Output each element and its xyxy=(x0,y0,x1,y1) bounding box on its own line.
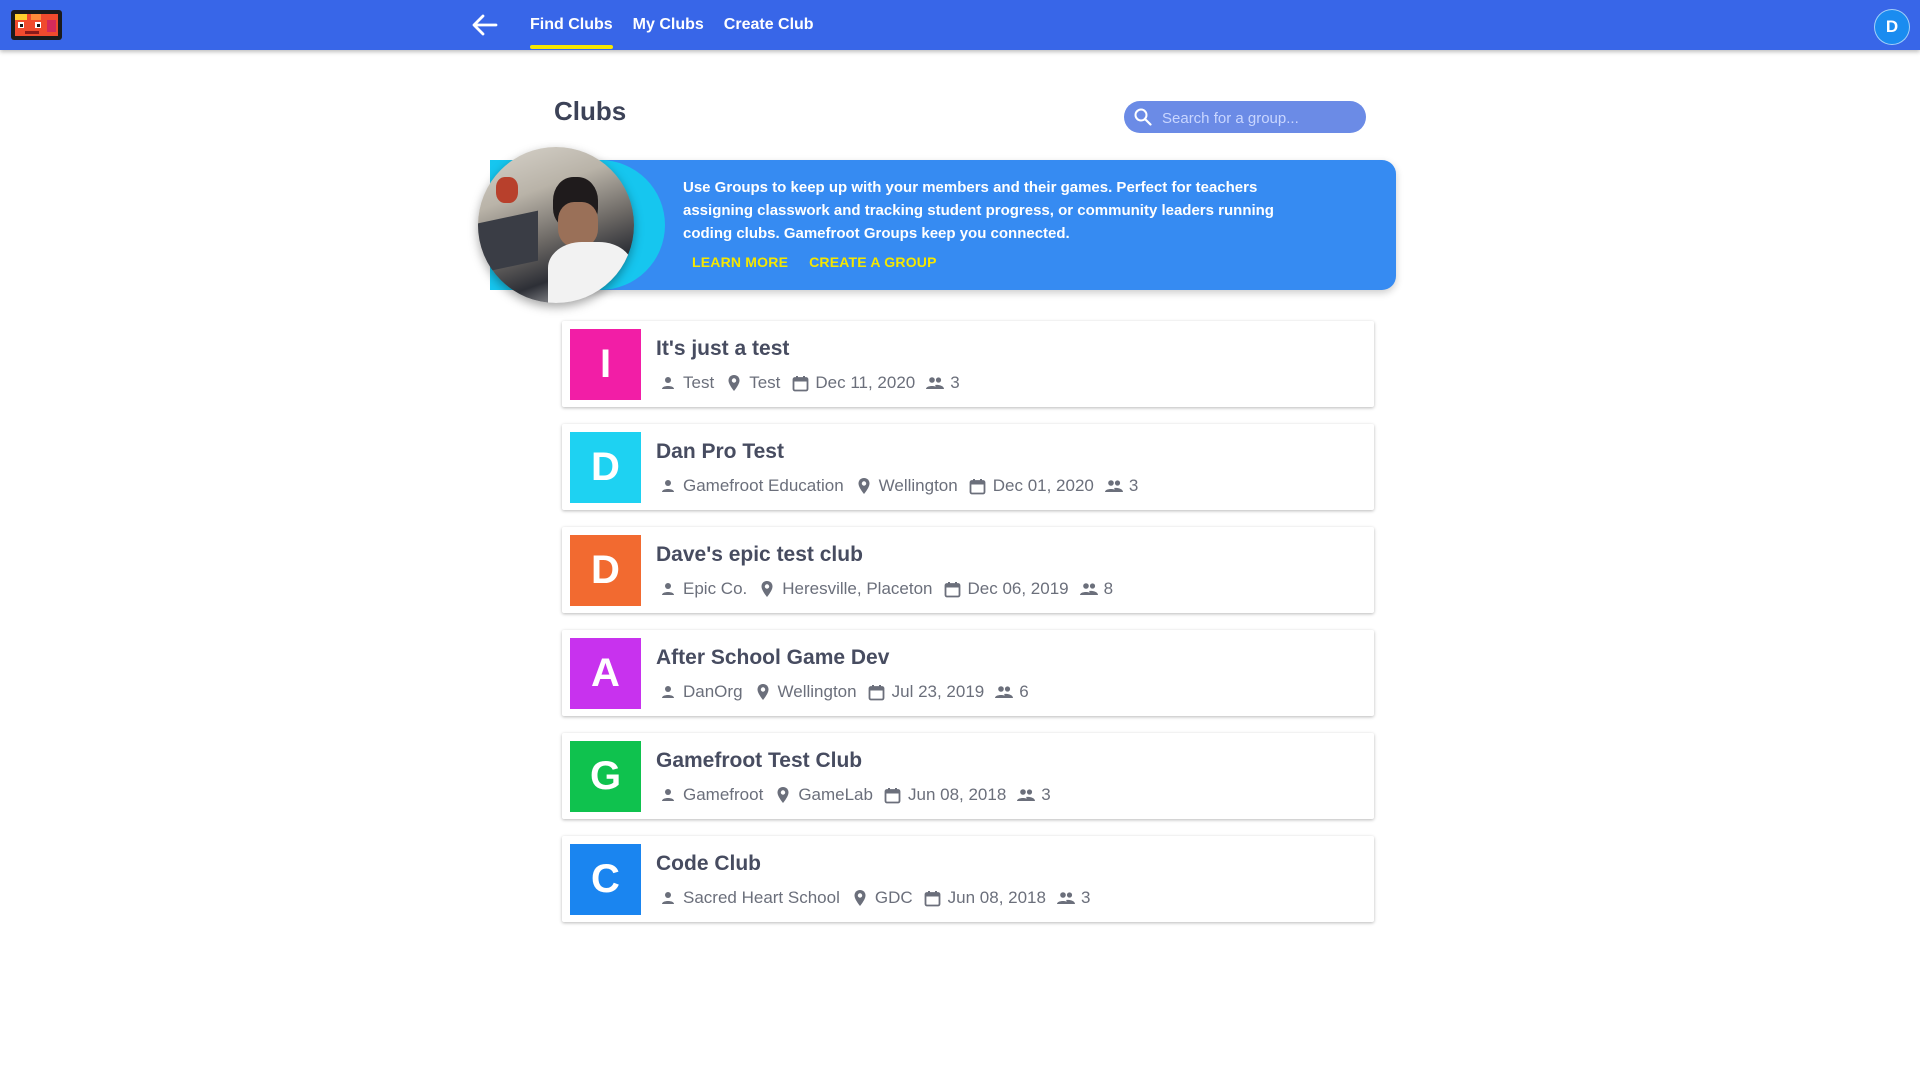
club-card[interactable]: I It's just a test Test Test Dec 11, 202… xyxy=(562,321,1374,407)
club-location: Test xyxy=(749,373,781,392)
create-group-link[interactable]: CREATE A GROUP xyxy=(809,254,937,270)
tab-create-club[interactable]: Create Club xyxy=(724,0,814,50)
club-avatar-letter: G xyxy=(570,741,641,812)
club-date: Jun 08, 2018 xyxy=(907,785,1007,804)
search-input[interactable] xyxy=(1160,101,1354,135)
tab-find-clubs[interactable]: Find Clubs xyxy=(530,0,613,50)
club-date: Dec 11, 2020 xyxy=(815,373,916,392)
people-icon xyxy=(1056,888,1076,908)
club-date: Jun 08, 2018 xyxy=(947,888,1046,907)
people-icon xyxy=(1104,476,1124,496)
club-member-count: 3 xyxy=(950,373,960,392)
search-box xyxy=(1124,101,1366,135)
club-owner: DanOrg xyxy=(683,682,743,701)
club-name[interactable]: Code Club xyxy=(656,852,761,876)
club-meta: Gamefroot GameLab Jun 08, 2018 3 xyxy=(658,785,1061,805)
location-pin-icon xyxy=(854,476,874,496)
club-owner: Gamefroot xyxy=(683,785,764,804)
club-location: Heresville, Placeton xyxy=(782,579,933,598)
search-icon xyxy=(1134,108,1152,126)
person-icon xyxy=(658,888,678,908)
person-icon xyxy=(658,579,678,599)
club-date: Dec 01, 2020 xyxy=(992,476,1094,495)
calendar-icon xyxy=(883,785,903,805)
back-arrow-icon[interactable] xyxy=(470,12,498,38)
club-meta: Gamefroot Education Wellington Dec 01, 2… xyxy=(658,476,1148,496)
club-card[interactable]: D Dan Pro Test Gamefroot Education Welli… xyxy=(562,424,1374,510)
person-icon xyxy=(658,476,678,496)
location-pin-icon xyxy=(724,373,744,393)
club-name[interactable]: Gamefroot Test Club xyxy=(656,749,862,773)
club-owner: Epic Co. xyxy=(683,579,748,598)
people-icon xyxy=(1079,579,1099,599)
location-pin-icon xyxy=(773,785,793,805)
calendar-icon xyxy=(968,476,988,496)
club-meta: Sacred Heart School GDC Jun 08, 2018 3 xyxy=(658,888,1100,908)
club-location: Wellington xyxy=(777,682,857,701)
people-icon xyxy=(994,682,1014,702)
learn-more-link[interactable]: LEARN MORE xyxy=(692,254,788,270)
club-member-count: 8 xyxy=(1103,579,1114,598)
person-icon xyxy=(658,373,678,393)
club-owner: Gamefroot Education xyxy=(683,476,844,495)
top-navigation-bar: Find Clubs My Clubs Create Club D xyxy=(0,0,1920,50)
club-avatar-letter: D xyxy=(570,432,641,503)
club-name[interactable]: Dave's epic test club xyxy=(656,543,863,567)
club-card[interactable]: G Gamefroot Test Club Gamefroot GameLab … xyxy=(562,733,1374,819)
club-avatar-letter: C xyxy=(570,844,641,915)
gamefroot-logo[interactable] xyxy=(11,10,62,40)
club-meta: Test Test Dec 11, 2020 3 xyxy=(658,373,970,393)
person-icon xyxy=(658,785,678,805)
club-meta: DanOrg Wellington Jul 23, 2019 6 xyxy=(658,682,1039,702)
calendar-icon xyxy=(867,682,887,702)
people-icon xyxy=(1016,785,1036,805)
club-location: GameLab xyxy=(798,785,873,804)
club-avatar-letter: I xyxy=(570,329,641,400)
user-avatar[interactable]: D xyxy=(1874,9,1910,45)
club-name[interactable]: It's just a test xyxy=(656,337,789,361)
banner-actions: LEARN MORE CREATE A GROUP xyxy=(692,254,937,270)
club-owner: Test xyxy=(683,373,715,392)
calendar-icon xyxy=(790,373,810,393)
club-member-count: 3 xyxy=(1128,476,1139,495)
club-card[interactable]: A After School Game Dev DanOrg Wellingto… xyxy=(562,630,1374,716)
main-nav-tabs: Find Clubs My Clubs Create Club xyxy=(530,0,834,50)
club-list: I It's just a test Test Test Dec 11, 202… xyxy=(562,321,1374,939)
banner-description: Use Groups to keep up with your members … xyxy=(683,179,1274,242)
banner-photo-students xyxy=(478,147,634,303)
location-pin-icon xyxy=(850,888,870,908)
page-title: Clubs xyxy=(554,96,627,126)
people-icon xyxy=(925,373,945,393)
club-member-count: 3 xyxy=(1080,888,1091,907)
club-date: Jul 23, 2019 xyxy=(891,682,985,701)
calendar-icon xyxy=(923,888,943,908)
club-member-count: 6 xyxy=(1019,682,1029,701)
club-name[interactable]: Dan Pro Test xyxy=(656,440,784,464)
club-location: GDC xyxy=(874,888,913,907)
club-location: Wellington xyxy=(878,476,958,495)
club-card[interactable]: D Dave's epic test club Epic Co. Heresvi… xyxy=(562,527,1374,613)
club-date: Dec 06, 2019 xyxy=(967,579,1069,598)
calendar-icon xyxy=(943,579,963,599)
club-name[interactable]: After School Game Dev xyxy=(656,646,889,670)
club-member-count: 3 xyxy=(1041,785,1051,804)
club-avatar-letter: D xyxy=(570,535,641,606)
location-pin-icon xyxy=(757,579,777,599)
club-avatar-letter: A xyxy=(570,638,641,709)
person-icon xyxy=(658,682,678,702)
club-meta: Epic Co. Heresville, Placeton Dec 06, 20… xyxy=(658,579,1123,599)
location-pin-icon xyxy=(753,682,773,702)
club-card[interactable]: C Code Club Sacred Heart School GDC Jun … xyxy=(562,836,1374,922)
club-owner: Sacred Heart School xyxy=(683,888,840,907)
tab-my-clubs[interactable]: My Clubs xyxy=(633,0,704,50)
